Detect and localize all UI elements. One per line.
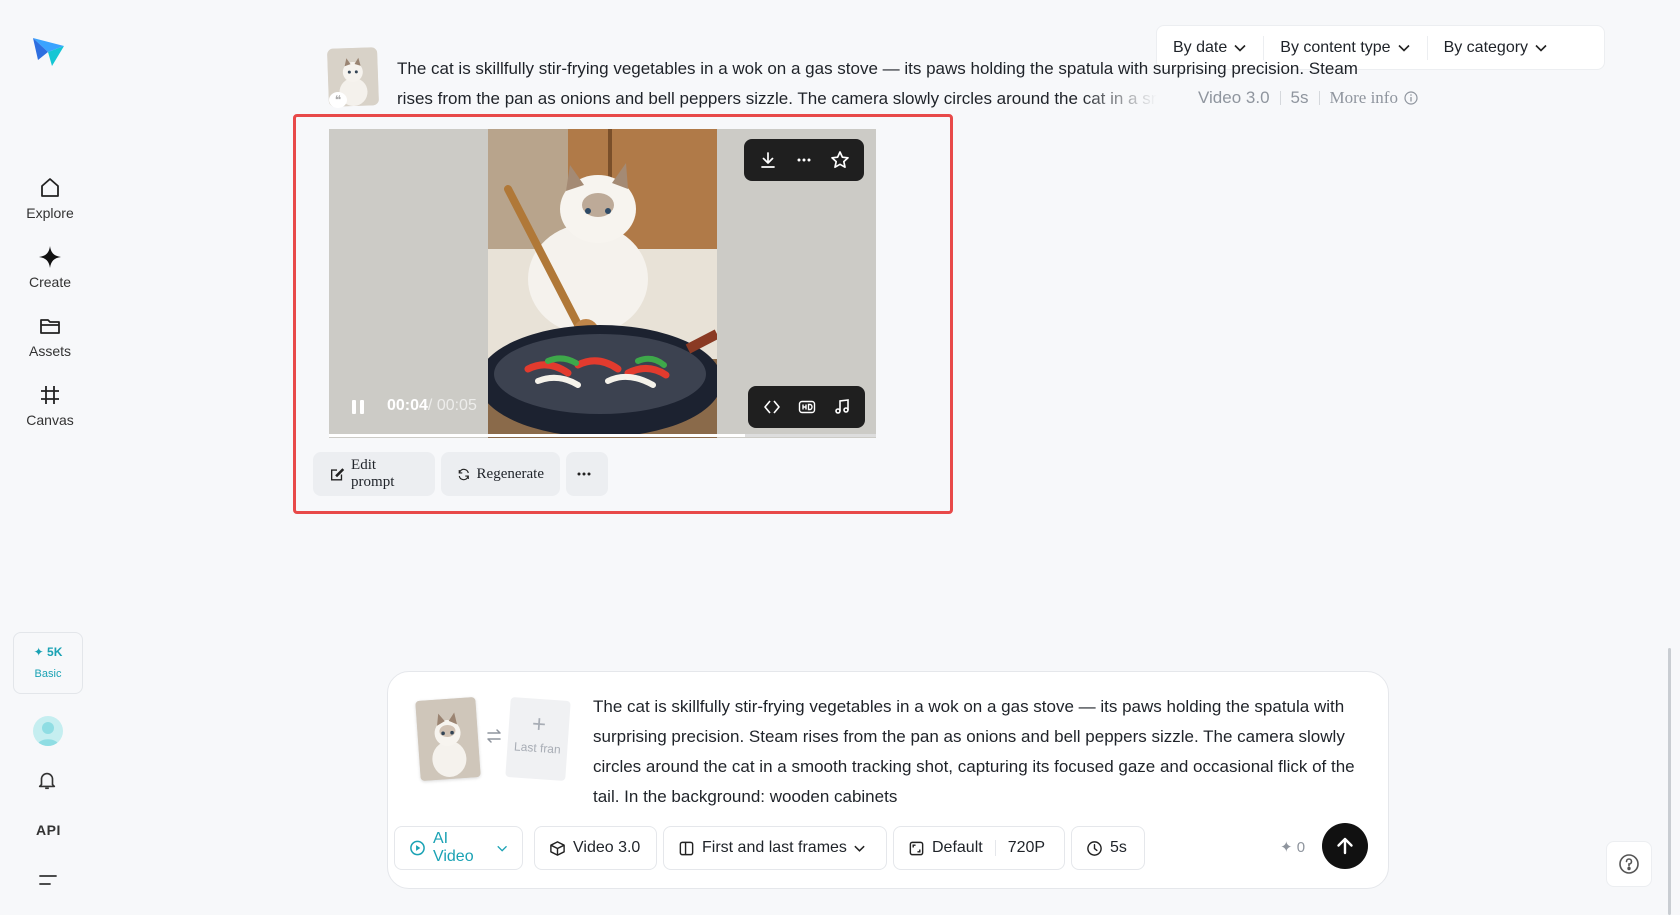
swap-frames-icon[interactable] xyxy=(485,727,503,750)
sidebar: Explore Create Assets Canvas ✦ 5K Basic … xyxy=(0,0,100,915)
sidebar-item-explore[interactable]: Explore xyxy=(0,176,100,223)
first-frame-thumbnail[interactable] xyxy=(415,697,481,781)
sparkle-icon: ✦ xyxy=(1280,839,1293,856)
help-icon xyxy=(1619,854,1639,874)
credit-cost: ✦ 0 xyxy=(1280,838,1305,856)
filter-by-category[interactable]: By category xyxy=(1426,35,1564,60)
scrollbar[interactable] xyxy=(1668,648,1671,915)
chevron-down-icon xyxy=(854,845,865,852)
app-logo[interactable] xyxy=(30,32,66,68)
filter-label: By content type xyxy=(1280,38,1391,56)
sidebar-item-label: Explore xyxy=(26,205,74,221)
ratio-resolution-selector[interactable]: Default 720P xyxy=(893,826,1065,870)
last-frame-upload[interactable]: + Last fran xyxy=(505,697,571,781)
chevron-down-icon xyxy=(496,845,507,852)
plan-label: Basic xyxy=(34,668,62,680)
model-selector[interactable]: Video 3.0 xyxy=(534,826,657,870)
home-icon xyxy=(41,178,59,197)
avatar[interactable] xyxy=(33,716,63,746)
bell-icon[interactable] xyxy=(36,769,58,796)
mode-selector[interactable]: AI Video xyxy=(394,826,523,870)
credits-star-icon: ✦ xyxy=(33,645,44,659)
filter-by-content-type[interactable]: By content type xyxy=(1263,35,1426,60)
sidebar-item-label: Canvas xyxy=(26,412,74,428)
frame-mode-label: First and last frames xyxy=(702,839,847,856)
filter-by-date[interactable]: By date xyxy=(1157,36,1263,60)
resolution-label: 720P xyxy=(1007,839,1046,856)
sparkle-icon xyxy=(39,246,61,268)
clock-icon xyxy=(1087,840,1102,856)
cube-icon xyxy=(550,840,565,856)
prompt-fade-overlay xyxy=(1080,88,1190,114)
aspect-ratio-icon xyxy=(909,841,924,855)
help-button[interactable] xyxy=(1606,841,1652,887)
sidebar-item-label: Create xyxy=(28,274,72,290)
api-link[interactable]: API xyxy=(36,822,61,838)
filter-label: By date xyxy=(1173,38,1228,56)
frames-icon xyxy=(679,841,694,855)
duration-selector[interactable]: 5s xyxy=(1071,826,1145,870)
duration-label: 5s xyxy=(1110,839,1127,856)
generation-meta: Video 3.0 5s More info xyxy=(1198,88,1418,108)
credits-badge[interactable]: ✦ 5K Basic xyxy=(13,632,83,694)
sidebar-item-assets[interactable]: Assets xyxy=(0,314,100,361)
more-info-label: More info xyxy=(1329,88,1398,107)
mode-label: AI Video xyxy=(432,830,474,865)
credits-amount: 5K xyxy=(47,645,63,659)
quote-icon: ❝ xyxy=(329,92,347,108)
sidebar-item-create[interactable]: Create xyxy=(0,245,100,292)
menu-icon[interactable] xyxy=(38,872,58,893)
chevron-down-icon xyxy=(1535,44,1547,52)
cost-value: 0 xyxy=(1296,839,1306,856)
send-button[interactable] xyxy=(1322,823,1368,869)
last-frame-label: Last fran xyxy=(513,739,562,757)
sidebar-item-label: Assets xyxy=(28,343,71,359)
plus-icon: + xyxy=(531,710,547,739)
selection-highlight xyxy=(293,114,953,514)
model-label: Video 3.0 xyxy=(573,839,641,856)
history-prompt-line-1: The cat is skillfully stir-frying vegeta… xyxy=(397,59,1358,78)
filter-label: By category xyxy=(1443,38,1529,56)
video-play-icon xyxy=(410,840,425,856)
sidebar-item-canvas[interactable]: Canvas xyxy=(0,383,100,430)
arrow-up-icon xyxy=(1337,837,1353,855)
ratio-label: Default xyxy=(932,839,983,856)
canvas-icon xyxy=(41,386,59,404)
chevron-down-icon xyxy=(1234,44,1246,52)
history-prompt-line-2: rises from the pan as onions and bell pe… xyxy=(397,89,1167,108)
folder-icon xyxy=(40,319,60,334)
meta-duration: 5s xyxy=(1290,88,1309,107)
meta-model: Video 3.0 xyxy=(1198,88,1270,107)
info-icon xyxy=(1404,91,1418,105)
more-info-link[interactable]: More info xyxy=(1330,88,1418,108)
prompt-input[interactable]: The cat is skillfully stir-frying vegeta… xyxy=(593,692,1363,812)
chevron-down-icon xyxy=(1397,44,1410,52)
frame-mode-selector[interactable]: First and last frames xyxy=(663,826,887,870)
